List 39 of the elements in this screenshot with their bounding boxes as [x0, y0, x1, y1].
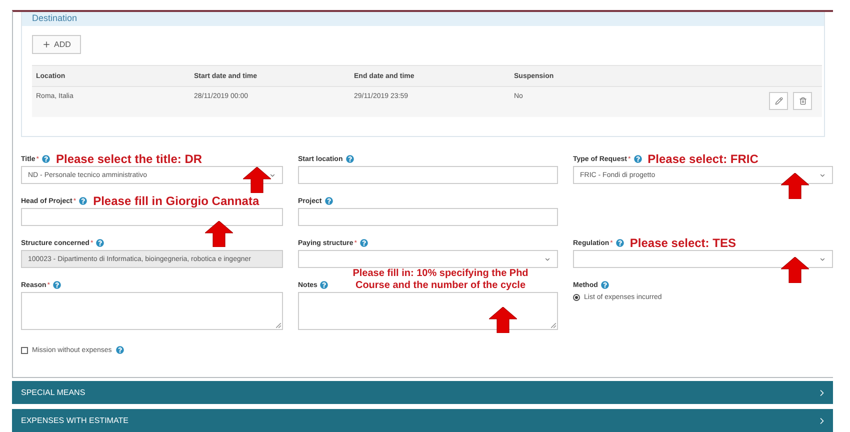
plus-icon: [42, 40, 51, 49]
add-button[interactable]: ADD: [32, 35, 81, 54]
input-field[interactable]: [21, 208, 283, 226]
help-icon[interactable]: [634, 155, 642, 163]
caret-icon: [544, 256, 551, 262]
caret-icon: [819, 172, 826, 178]
trash-icon: [798, 97, 806, 105]
help-icon[interactable]: [320, 281, 328, 289]
edit-button[interactable]: [769, 92, 788, 110]
checkbox[interactable]: [21, 346, 28, 354]
pencil-icon: [774, 97, 782, 105]
help-icon[interactable]: [324, 197, 333, 205]
help-icon[interactable]: [53, 281, 62, 289]
text-area[interactable]: [298, 292, 558, 330]
section-header[interactable]: EXPENSES WITH ESTIMATE: [12, 409, 833, 432]
radio-button[interactable]: [573, 294, 580, 301]
annotation-text: Please fill in Giorgio Cannata: [93, 194, 260, 208]
section-header[interactable]: SPECIAL MEANS: [12, 381, 833, 404]
caret-icon: [819, 256, 826, 262]
help-icon[interactable]: [42, 155, 50, 163]
caret-icon: [269, 172, 276, 178]
select-field[interactable]: [298, 250, 558, 268]
help-icon[interactable]: [79, 197, 88, 205]
delete-button[interactable]: [793, 92, 812, 110]
help-icon[interactable]: [360, 239, 368, 247]
select-field[interactable]: [573, 250, 833, 268]
input-field[interactable]: [298, 166, 558, 184]
resize-handle-icon: [551, 323, 556, 328]
help-icon[interactable]: [616, 239, 624, 247]
annotation-text: Please select: FRIC: [648, 152, 758, 166]
help-icon[interactable]: [346, 155, 354, 163]
annotation-text: Please fill in: 10% specifying the Phd Course and the number of the cycle: [352, 268, 530, 292]
help-icon[interactable]: [600, 281, 609, 289]
help-icon[interactable]: [116, 346, 124, 354]
input-field[interactable]: [298, 208, 558, 226]
resize-handle-icon: [276, 323, 281, 328]
annotation-text: Please select the title: DR: [56, 152, 202, 166]
card-title: Destination: [22, 12, 824, 26]
annotation-text: Please select: TES: [630, 236, 736, 250]
